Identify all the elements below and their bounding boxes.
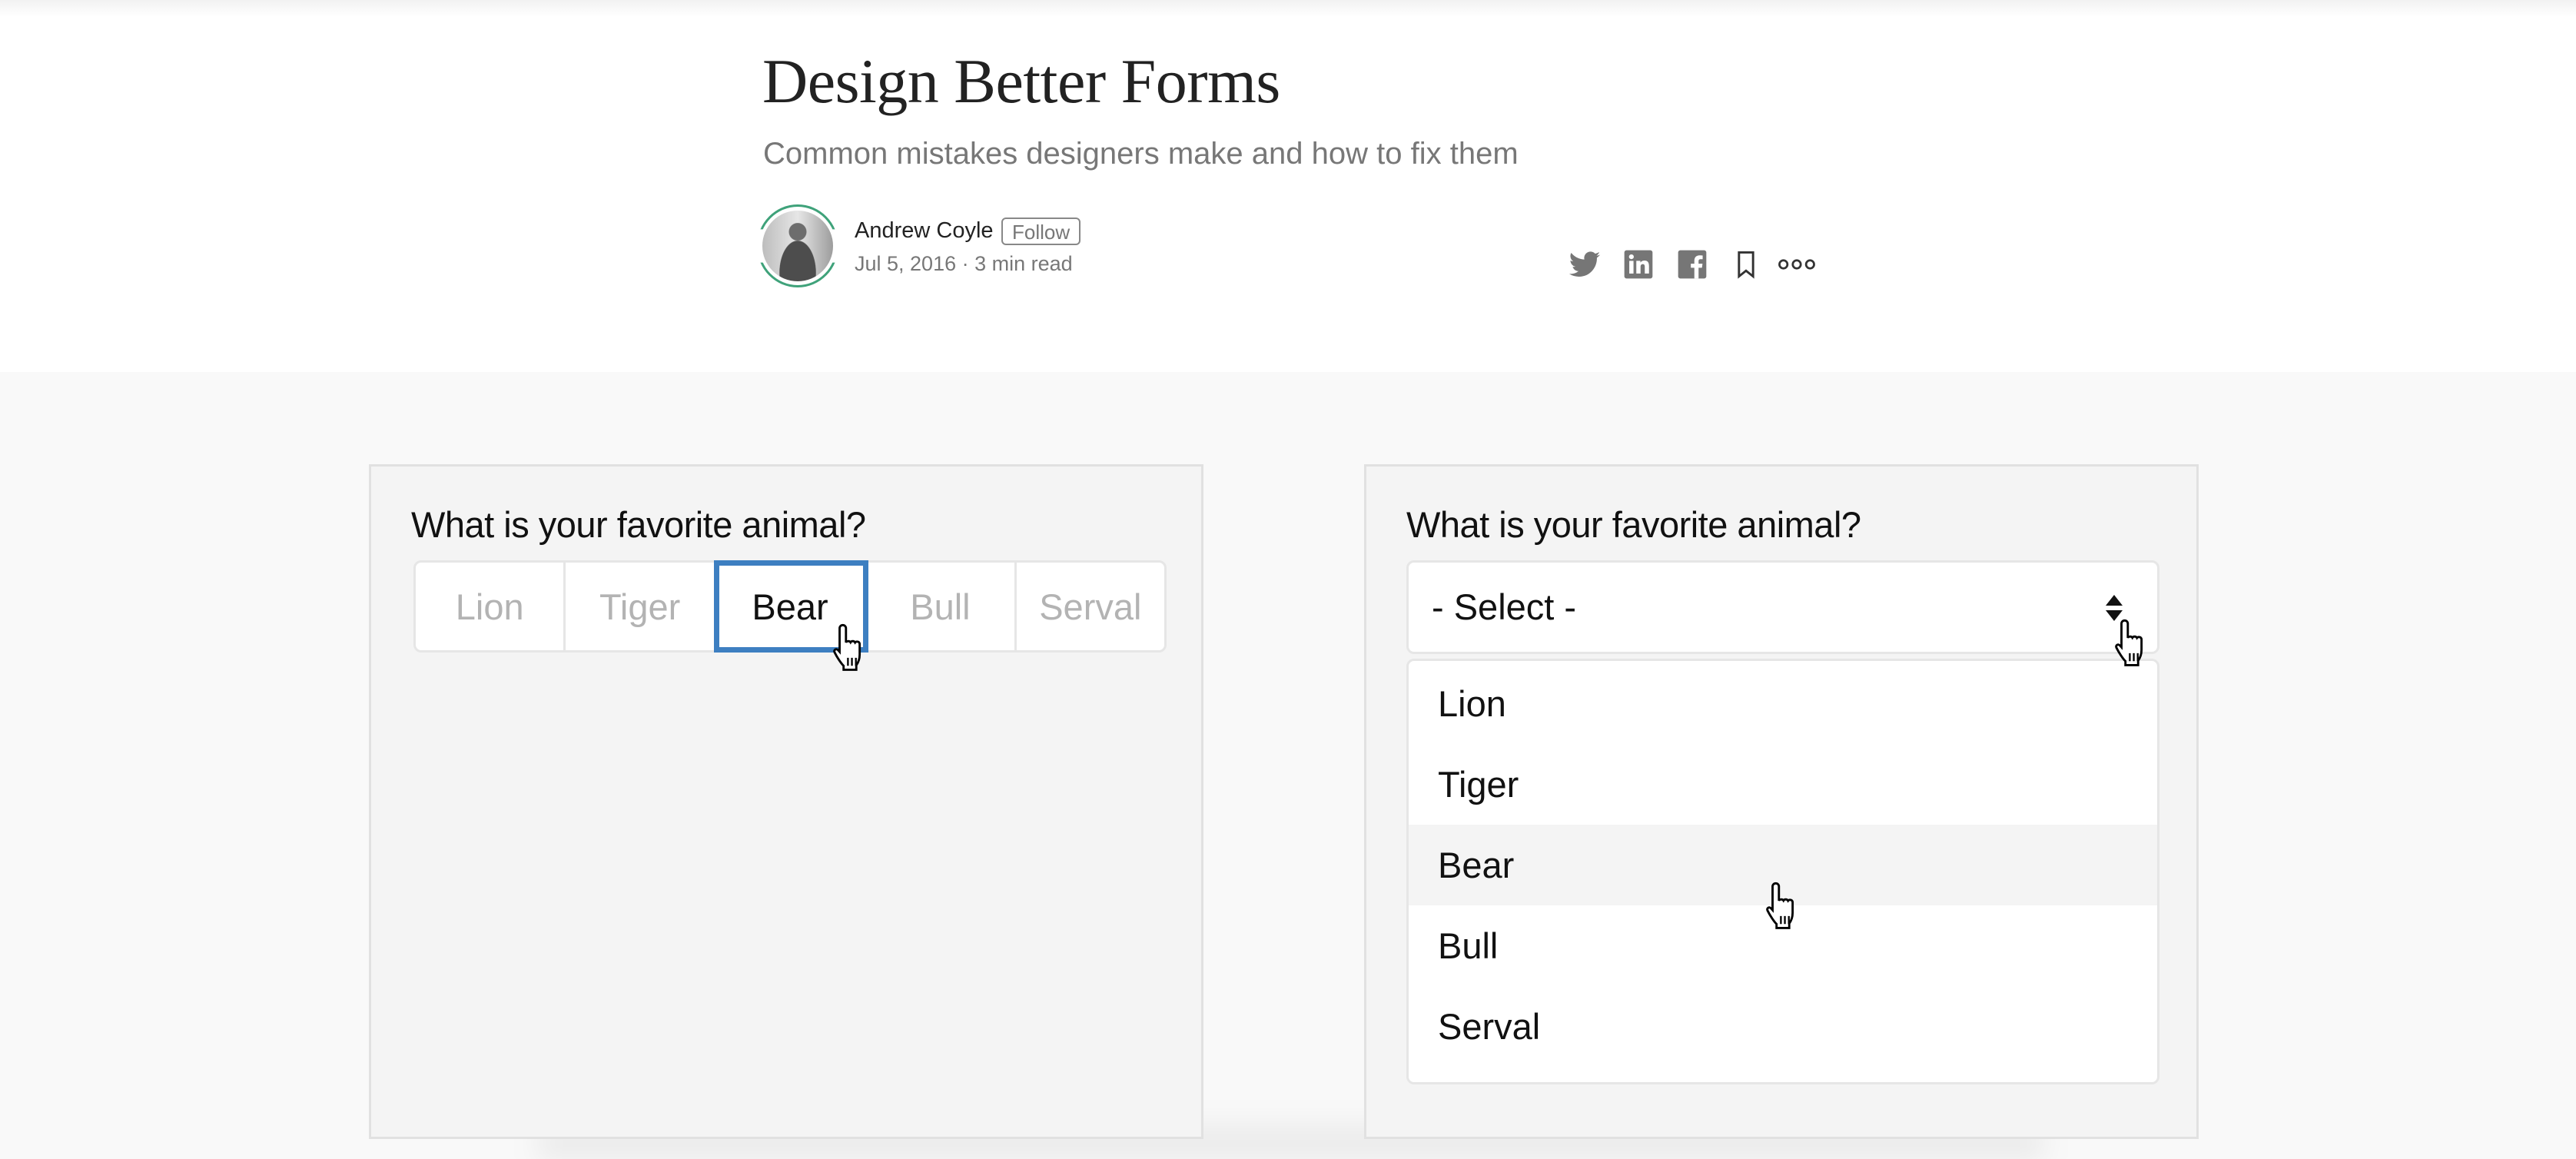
facebook-icon[interactable] [1675,247,1709,281]
segment-serval[interactable]: Serval [1017,563,1164,650]
segment-tiger[interactable]: Tiger [566,563,716,650]
article-meta: Jul 5, 2016 · 3 min read [855,252,1073,275]
segment-lion[interactable]: Lion [416,563,566,650]
avatar-ring [757,204,838,287]
top-shadow [0,0,2576,17]
dropdown-option-serval[interactable]: Serval [1409,986,2157,1067]
dropdown-option-lion[interactable]: Lion [1409,663,2157,744]
author-avatar[interactable] [757,204,843,292]
dropdown-option-bull[interactable]: Bull [1409,905,2157,986]
dropdown-option-tiger[interactable]: Tiger [1409,744,2157,825]
bookmark-icon[interactable] [1729,247,1763,281]
linkedin-icon[interactable] [1622,247,1655,281]
segmented-example-card: What is your favorite animal? Lion Tiger… [369,464,1203,1139]
segment-bull[interactable]: Bull [866,563,1017,650]
question-label: What is your favorite animal? [1406,504,1861,545]
sort-arrows-icon [2103,592,2125,626]
follow-button[interactable]: Follow [1001,218,1081,245]
animal-dropdown-menu: Lion Tiger Bear Bull Serval [1406,659,2159,1084]
animal-segmented-control: Lion Tiger Bear Bull Serval [413,560,1167,653]
article-header: Design Better Forms Common mistakes desi… [0,0,2576,372]
segment-bear[interactable]: Bear [713,560,869,653]
select-value: - Select - [1432,586,1577,627]
dropdown-example-card: What is your favorite animal? - Select -… [1364,464,2199,1139]
article-subtitle: Common mistakes designers make and how t… [763,137,1519,171]
dropdown-option-bear[interactable]: Bear [1409,825,2157,905]
article-title: Design Better Forms [762,46,1280,116]
animal-select[interactable]: - Select - [1406,560,2159,654]
author-name[interactable]: Andrew Coyle [855,218,994,244]
twitter-icon[interactable] [1568,247,1602,281]
more-icon[interactable] [1777,247,1817,281]
question-label: What is your favorite animal? [411,504,866,545]
